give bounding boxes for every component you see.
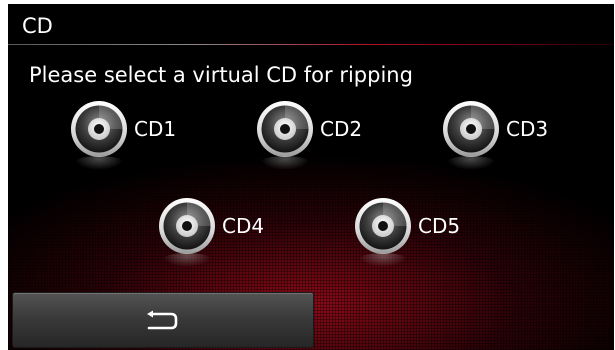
cd-screen: CD Please select a virtual CD for rippin… [8,4,614,350]
cd1-button[interactable]: CD1 [70,100,200,170]
cd5-label: CD5 [418,214,461,238]
disc-icon [355,198,411,254]
cd2-label: CD2 [320,117,363,141]
disc-icon [443,101,499,157]
cd5-button[interactable]: CD5 [354,197,484,267]
back-button[interactable] [12,292,314,348]
disc-icon [71,101,127,157]
title-divider [8,44,614,45]
cd4-label: CD4 [222,214,265,238]
disc-reflection [446,156,496,170]
instruction-text: Please select a virtual CD for ripping [29,63,413,87]
cd3-label: CD3 [506,117,549,141]
cd4-button[interactable]: CD4 [158,197,288,267]
disc-icon [159,198,215,254]
disc-reflection [358,253,408,267]
cd3-button[interactable]: CD3 [442,100,572,170]
return-arrow-icon [147,310,178,330]
cd1-label: CD1 [134,117,177,141]
disc-reflection [162,253,212,267]
disc-reflection [74,156,124,170]
page-title: CD [22,14,53,38]
disc-reflection [260,156,310,170]
cd2-button[interactable]: CD2 [256,100,386,170]
disc-icon [257,101,313,157]
